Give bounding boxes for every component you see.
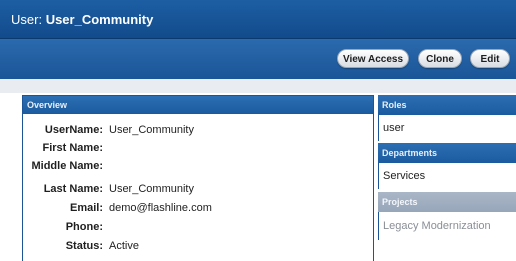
field-email: Email: demo@flashline.com xyxy=(23,202,373,220)
field-value: User_Community xyxy=(109,183,194,195)
field-status: Status: Active xyxy=(23,240,373,258)
action-toolbar: View Access Clone Edit xyxy=(0,39,516,79)
overview-panel-title: Overview xyxy=(23,96,373,114)
field-last-name: Last Name: User_Community xyxy=(23,183,373,201)
page-title: User: User_Community xyxy=(11,12,153,27)
status-value: Active xyxy=(109,240,139,252)
projects-value: Legacy Modernization xyxy=(378,212,516,240)
departments-value: Services xyxy=(378,163,516,189)
roles-value: user xyxy=(378,115,516,141)
field-label: Email: xyxy=(69,202,103,214)
roles-panel-title: Roles xyxy=(378,95,516,115)
field-label: Middle Name: xyxy=(31,160,103,172)
view-access-button[interactable]: View Access xyxy=(337,49,409,68)
field-label: Phone: xyxy=(65,221,103,233)
email-value: demo@flashline.com xyxy=(109,202,212,214)
projects-panel-title: Projects xyxy=(378,192,516,212)
clone-button[interactable]: Clone xyxy=(418,49,462,68)
departments-panel-title: Departments xyxy=(378,143,516,163)
field-label: UserName: xyxy=(44,124,103,136)
field-username: UserName: User_Community xyxy=(23,124,373,142)
overview-panel: Overview UserName: User_Community First … xyxy=(22,95,374,261)
title-user-name: User_Community xyxy=(45,12,154,27)
field-label: Status: xyxy=(65,240,103,252)
field-label: First Name: xyxy=(42,142,103,154)
window-header: User: User_Community xyxy=(0,0,516,39)
toolbar-separator xyxy=(0,79,516,93)
edit-button[interactable]: Edit xyxy=(470,49,510,68)
field-label: Last Name: xyxy=(43,183,103,195)
title-prefix: User: xyxy=(11,12,43,27)
field-value: User_Community xyxy=(109,124,194,136)
field-middle-name: Middle Name: xyxy=(23,160,373,178)
field-phone: Phone: xyxy=(23,221,373,239)
field-first-name: First Name: xyxy=(23,142,373,160)
